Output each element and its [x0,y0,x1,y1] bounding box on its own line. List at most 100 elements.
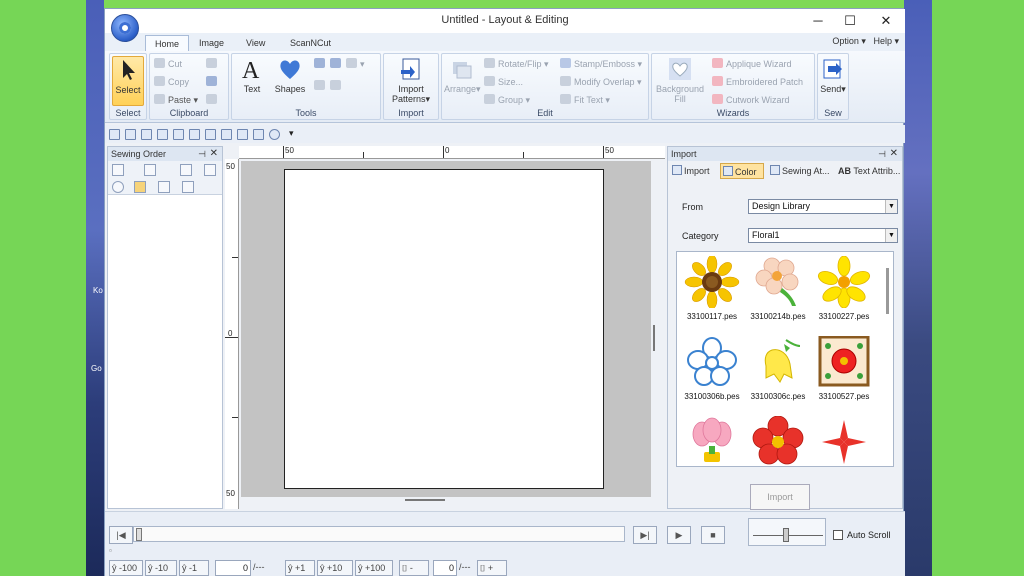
panel-close-icon[interactable]: ✕ [210,147,218,161]
design-thumbnail[interactable]: 33100306b.pes [679,336,745,401]
design-thumbnail[interactable] [745,416,811,466]
pan-button[interactable] [314,80,328,91]
go-to-start-icon[interactable]: |◀ [109,526,133,544]
color-back-button[interactable]: ⌷ - [399,560,429,576]
zoom-icon[interactable] [157,129,168,140]
cursor-icon[interactable] [182,181,194,193]
color-position-input[interactable]: 0 [433,560,457,576]
modify-overlap-button[interactable]: Modify Overlap ▾ [560,76,642,88]
step-back-100-button[interactable]: ŷ -100 [109,560,143,576]
import-button[interactable]: Import [750,484,810,510]
embroidered-patch-button[interactable]: Embroidered Patch [712,76,803,87]
play-icon[interactable]: ▶ [667,526,691,544]
background-fill-button[interactable]: Background Fill [654,56,706,104]
panel-close-icon[interactable]: ✕ [890,147,898,161]
speed-slider-knob[interactable] [783,528,789,542]
qat-customize-icon[interactable]: ▾ [289,128,294,139]
tab-image[interactable]: Image [190,35,233,51]
thumbnail-scrollbar[interactable] [886,268,889,314]
design-page[interactable] [284,169,604,489]
step-forward-100-button[interactable]: ŷ +100 [355,560,393,576]
delete-button[interactable] [206,94,220,105]
group-button[interactable]: Group ▾ [484,94,530,106]
frame-icon[interactable] [204,164,216,176]
rotate-flip-button[interactable]: Rotate/Flip ▾ [484,58,549,70]
tab-scanncut[interactable]: ScanNCut [281,35,340,51]
no-sew-icon[interactable] [158,181,170,193]
cut-button[interactable]: Cut [154,58,182,69]
paste-button[interactable]: Paste ▾ [154,94,198,106]
shapes-button[interactable]: Shapes [272,56,308,94]
tab-home[interactable]: Home [145,35,190,51]
step-back-10-button[interactable]: ŷ -10 [145,560,177,576]
stop-icon[interactable]: ■ [701,526,725,544]
step-forward-1-button[interactable]: ŷ +1 [285,560,315,576]
lock-icon[interactable] [134,181,146,193]
group-order-icon[interactable] [144,164,156,176]
category-select[interactable]: Floral1 ▼ [748,228,898,243]
zoom-fit-button[interactable]: ▾ [346,58,365,70]
applique-wizard-button[interactable]: Applique Wizard [712,58,792,69]
minimize-button[interactable]: ─ [801,11,835,31]
zoom-in-button[interactable] [314,58,328,69]
open-file-icon[interactable] [125,129,136,140]
help-icon[interactable] [269,129,280,140]
arrange-button[interactable]: Arrange▾ [444,56,481,95]
undo-icon[interactable] [173,129,184,140]
design-thumbnail[interactable]: 33100214b.pes [745,256,811,321]
stitch-position-input[interactable]: 0 [215,560,251,576]
pin-icon[interactable]: ⊣ [198,147,206,161]
realistic-preview-icon[interactable] [221,129,232,140]
maximize-button[interactable]: ☐ [833,11,867,31]
tab-text-attributes[interactable]: AB Text Attrib... [836,163,900,179]
measure-button[interactable] [330,80,344,91]
print-icon[interactable] [253,129,264,140]
from-select[interactable]: Design Library ▼ [748,199,898,214]
desktop-icon-label[interactable]: Go [91,364,102,373]
color-sort-icon[interactable] [180,164,192,176]
duplicate-button[interactable] [206,58,220,69]
design-thumbnail[interactable] [811,416,877,466]
panel-splitter-grip[interactable] [653,325,655,351]
save-icon[interactable] [141,129,152,140]
option-menu[interactable]: Option ▾ [832,36,866,46]
preview-icon[interactable] [205,129,216,140]
redo-icon[interactable] [189,129,200,140]
size-button[interactable]: Size... [484,76,523,87]
go-to-end-icon[interactable]: ▶| [633,526,657,544]
tab-color[interactable]: Color [720,163,764,179]
speed-slider[interactable] [748,518,826,546]
select-button[interactable]: Select [112,56,144,106]
zoom-out-button[interactable] [330,58,344,69]
app-menu-orb-icon[interactable] [111,14,139,42]
view-mode-icon[interactable] [112,164,124,176]
canvas-background[interactable] [241,161,651,497]
seek-slider-knob[interactable] [136,528,142,541]
close-button[interactable]: ✕ [869,11,903,31]
cutwork-wizard-button[interactable]: Cutwork Wizard [712,94,790,105]
design-thumbnail[interactable]: 33100527.pes [811,336,877,401]
design-thumbnail[interactable]: 33100117.pes [679,256,745,321]
import-patterns-button[interactable]: Import Patterns▾ [386,56,436,105]
text-button[interactable]: A Text [238,56,266,94]
help-menu[interactable]: Help ▾ [873,36,899,46]
design-thumbnail[interactable]: 33100306c.pes [745,336,811,401]
tab-import[interactable]: Import [670,163,710,179]
splitter-grip[interactable] [405,499,445,501]
auto-scroll-checkbox[interactable] [833,530,843,540]
tab-view[interactable]: View [237,35,274,51]
stitch-seek-slider[interactable] [133,526,625,542]
design-thumbnail[interactable] [679,416,745,466]
eye-icon[interactable] [112,181,124,193]
pin-icon[interactable]: ⊣ [878,147,886,161]
tab-sewing-attributes[interactable]: Sewing At... [768,163,830,179]
copy-button[interactable]: Copy [154,76,189,87]
design-thumbnail[interactable]: 33100227.pes [811,256,877,321]
fit-text-button[interactable]: Fit Text ▾ [560,94,610,106]
new-file-icon[interactable] [109,129,120,140]
stamp-emboss-button[interactable]: Stamp/Emboss ▾ [560,58,642,70]
send-button[interactable]: Send▾ [819,56,847,95]
color-forward-button[interactable]: ⌷ + [477,560,507,576]
desktop-icon-label[interactable]: Ko [93,286,103,295]
step-forward-10-button[interactable]: ŷ +10 [317,560,353,576]
